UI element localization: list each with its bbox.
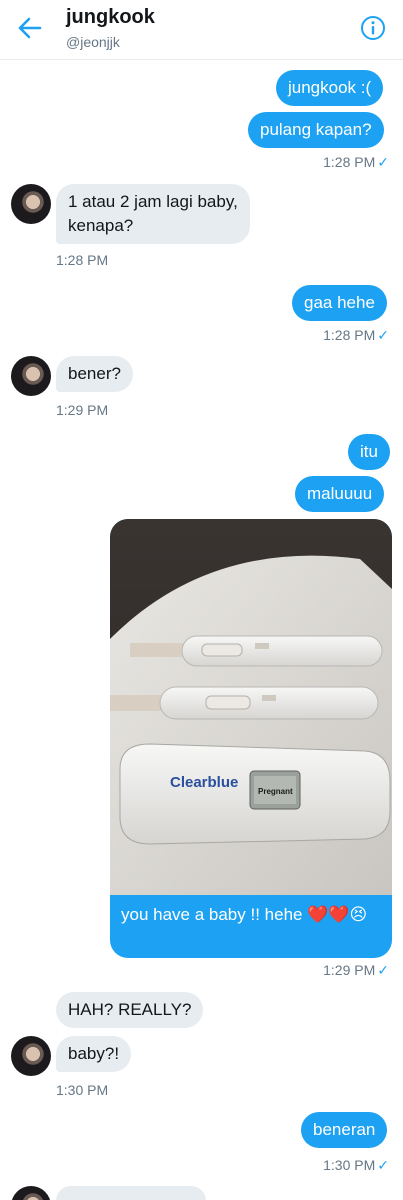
conversation-handle: @jeonjjk	[66, 34, 120, 50]
info-icon[interactable]	[360, 15, 386, 41]
conversation-header: jungkook @jeonjjk	[0, 0, 403, 60]
back-arrow-icon[interactable]	[14, 14, 46, 42]
message-timestamp: 1:30 PM ✓	[323, 1157, 389, 1173]
checkmark-icon: ✓	[377, 1157, 389, 1173]
outgoing-media-message[interactable]: Clearblue Pregnant you have a baby !! he…	[110, 519, 392, 958]
message-timestamp: 1:28 PM	[56, 252, 109, 268]
brand-label: Clearblue	[170, 774, 238, 791]
conversation-title: jungkook	[66, 6, 155, 28]
test-screen-text: Pregnant	[258, 787, 293, 796]
outgoing-message[interactable]: gaa hehe	[292, 285, 387, 321]
avatar[interactable]	[11, 1036, 51, 1076]
incoming-message[interactable]	[56, 1186, 206, 1200]
outgoing-message[interactable]: maluuuu	[295, 476, 385, 512]
message-timestamp: 1:29 PM ✓	[323, 962, 389, 978]
outgoing-message[interactable]: itu	[348, 434, 390, 470]
checkmark-icon: ✓	[377, 327, 389, 343]
message-line: kenapa?	[68, 216, 134, 235]
incoming-message[interactable]: 1 atau 2 jam lagi baby, kenapa?	[56, 184, 250, 244]
incoming-message[interactable]: baby?!	[56, 1036, 132, 1072]
message-timestamp: 1:30 PM	[56, 1082, 109, 1098]
incoming-message[interactable]: HAH? REALLY?	[56, 992, 204, 1028]
incoming-message[interactable]: bener?	[56, 356, 133, 392]
avatar[interactable]	[11, 1186, 51, 1200]
checkmark-icon: ✓	[377, 154, 389, 170]
message-timestamp: 1:28 PM ✓	[323, 327, 389, 343]
outgoing-message[interactable]: jungkook :(	[276, 70, 384, 106]
avatar[interactable]	[11, 356, 51, 396]
message-timestamp: 1:28 PM ✓	[323, 154, 389, 170]
outgoing-message[interactable]: beneran	[301, 1112, 388, 1148]
attached-photo[interactable]: Clearblue Pregnant	[110, 519, 392, 895]
message-line: 1 atau 2 jam lagi baby,	[68, 192, 238, 211]
avatar[interactable]	[11, 184, 51, 224]
media-caption: you have a baby !! hehe ❤️❤️😣	[121, 905, 368, 924]
message-timestamp: 1:29 PM	[56, 402, 109, 418]
outgoing-message[interactable]: pulang kapan?	[248, 112, 384, 148]
checkmark-icon: ✓	[377, 962, 389, 978]
